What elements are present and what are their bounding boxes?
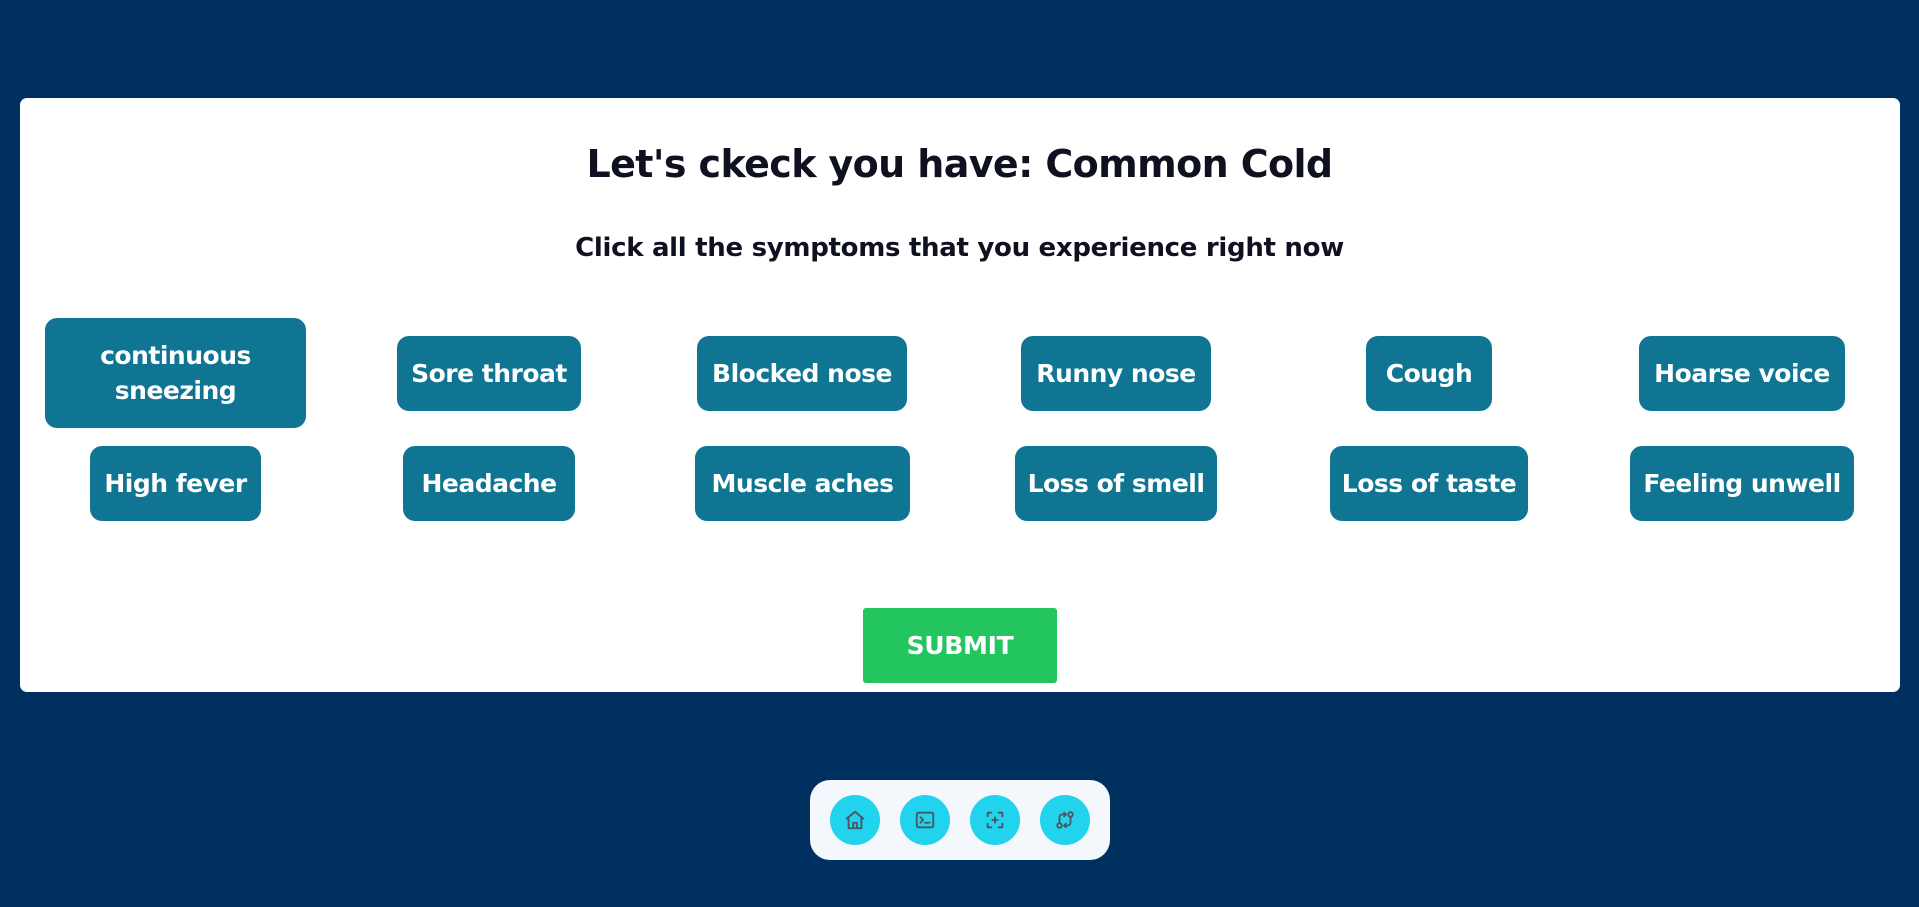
symptom-loss-of-taste[interactable]: Loss of taste	[1330, 446, 1528, 521]
symptom-cough[interactable]: Cough	[1366, 336, 1492, 411]
symptom-hoarse-voice[interactable]: Hoarse voice	[1639, 336, 1845, 411]
dock-home-button[interactable]	[830, 795, 880, 845]
symptom-loss-of-smell[interactable]: Loss of smell	[1015, 446, 1217, 521]
git-compare-icon	[1056, 811, 1074, 829]
dock-screenshot-button[interactable]	[970, 795, 1020, 845]
symptom-continuous-sneezing[interactable]: continuous sneezing	[45, 318, 306, 428]
symptom-muscle-aches[interactable]: Muscle aches	[695, 446, 910, 521]
symptom-high-fever[interactable]: High fever	[90, 446, 261, 521]
dock-terminal-button[interactable]	[900, 795, 950, 845]
terminal-icon	[915, 811, 935, 829]
symptom-headache[interactable]: Headache	[403, 446, 575, 521]
symptom-blocked-nose[interactable]: Blocked nose	[697, 336, 907, 411]
page-title: Let's ckeck you have: Common Cold	[586, 142, 1333, 186]
submit-button[interactable]: SUBMIT	[863, 608, 1057, 683]
home-icon	[845, 810, 865, 830]
symptom-runny-nose[interactable]: Runny nose	[1021, 336, 1211, 411]
symptom-feeling-unwell[interactable]: Feeling unwell	[1630, 446, 1854, 521]
symptom-sore-throat[interactable]: Sore throat	[397, 336, 581, 411]
dock-git-compare-button[interactable]	[1040, 795, 1090, 845]
instruction-text: Click all the symptoms that you experien…	[575, 233, 1344, 263]
add-screenshot-icon	[986, 811, 1004, 829]
bottom-dock	[810, 780, 1110, 860]
